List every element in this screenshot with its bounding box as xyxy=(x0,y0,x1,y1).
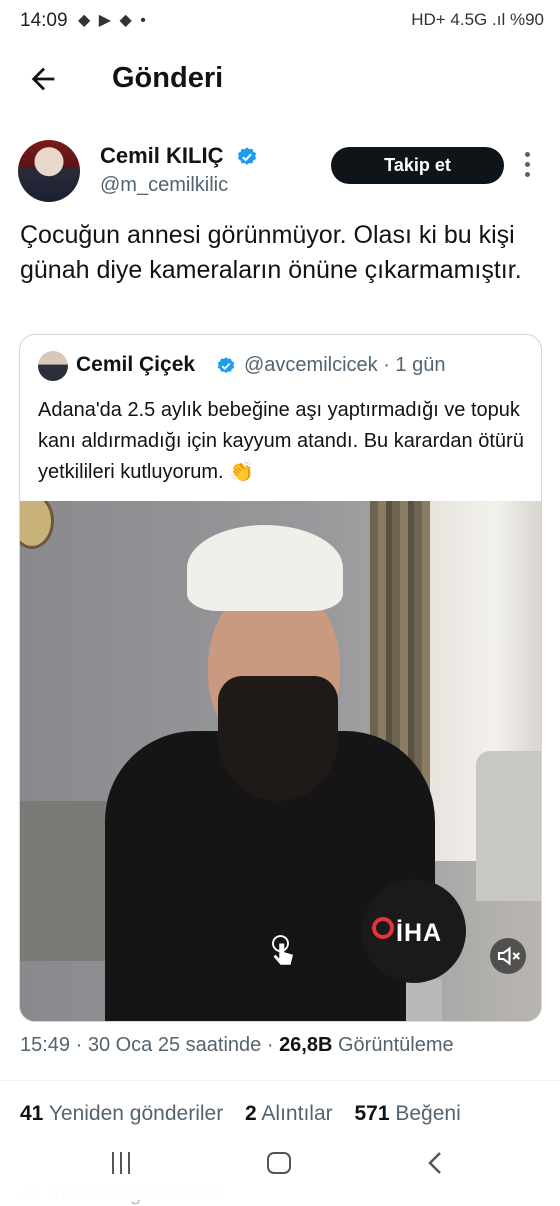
follow-button[interactable]: Takip et xyxy=(331,147,504,184)
page-header: Gönderi xyxy=(0,44,560,116)
status-right: HD+ 4.5G .ıl %90 xyxy=(411,10,544,30)
verified-badge-icon xyxy=(237,147,257,165)
status-time: 14:09 xyxy=(20,10,68,31)
page-title: Gönderi xyxy=(112,62,224,94)
signal-icon: .ıl xyxy=(492,10,506,29)
nav-back-icon[interactable] xyxy=(425,1150,447,1176)
quotes-stat[interactable]: 2 Alıntılar xyxy=(245,1102,333,1125)
speaker-muted-icon xyxy=(497,946,520,966)
verified-badge-icon xyxy=(217,357,235,374)
network-indicator: HD+ 4.5G xyxy=(411,10,488,29)
recent-apps-icon[interactable] xyxy=(112,1152,136,1176)
author-handle[interactable]: @m_cemilkilic xyxy=(100,174,228,197)
tweet-text: Çocuğun annesi görünmüyor. Olası ki bu k… xyxy=(20,221,522,284)
engagement-stats: 41 Yeniden gönderiler 2 Alıntılar 571 Be… xyxy=(20,1102,461,1126)
dot-icon: • xyxy=(140,12,148,29)
author-avatar[interactable] xyxy=(18,140,80,202)
tweet-timestamp-views: 15:49 · 30 Oca 25 saatinde · 26,8B Görün… xyxy=(20,1034,454,1057)
reposts-stat[interactable]: 41 Yeniden gönderiler xyxy=(20,1102,223,1125)
quoted-author-avatar[interactable] xyxy=(38,351,68,381)
home-icon[interactable] xyxy=(267,1152,291,1174)
more-options-icon[interactable] xyxy=(520,152,534,180)
iha-logo: İHA xyxy=(396,919,443,947)
notification-icons: ◆ ▶ ◆ • xyxy=(78,10,148,30)
quoted-handle-time: @avcemilcicek · 1 gün xyxy=(244,354,446,376)
tap-gesture-icon xyxy=(272,935,293,965)
quoted-tweet-card[interactable]: Cemil Çiçek @avcemilcicek · 1 gün Adana'… xyxy=(19,334,542,1022)
views-label: Görüntüleme xyxy=(332,1034,454,1056)
layers-icon: ◆ xyxy=(119,12,134,29)
person-cap xyxy=(187,525,343,611)
author-name[interactable]: Cemil KILIÇ xyxy=(100,143,223,169)
youtube-icon: ▶ xyxy=(98,12,114,29)
person-beard xyxy=(218,676,338,801)
divider xyxy=(0,1080,560,1081)
layers-icon: ◆ xyxy=(78,12,93,29)
armchair xyxy=(476,751,541,901)
quoted-tweet-text: Adana'da 2.5 aylık bebeğine aşı yaptırma… xyxy=(38,399,524,483)
quoted-author-name[interactable]: Cemil Çiçek xyxy=(76,353,195,377)
video-media[interactable]: İHA xyxy=(20,501,541,1021)
battery-level: %90 xyxy=(509,10,544,29)
system-nav-bar xyxy=(0,1132,560,1200)
status-bar: 14:09 ◆ ▶ ◆ • HD+ 4.5G .ıl %90 xyxy=(0,0,560,44)
likes-stat[interactable]: 571 Beğeni xyxy=(354,1102,460,1125)
back-arrow-icon[interactable] xyxy=(26,62,60,96)
tweet-timestamp: 15:49 · 30 Oca 25 saatinde · xyxy=(20,1034,280,1056)
mute-button[interactable] xyxy=(490,938,526,974)
views-count: 26,8B xyxy=(279,1034,333,1056)
microphone-stem xyxy=(406,979,442,1021)
